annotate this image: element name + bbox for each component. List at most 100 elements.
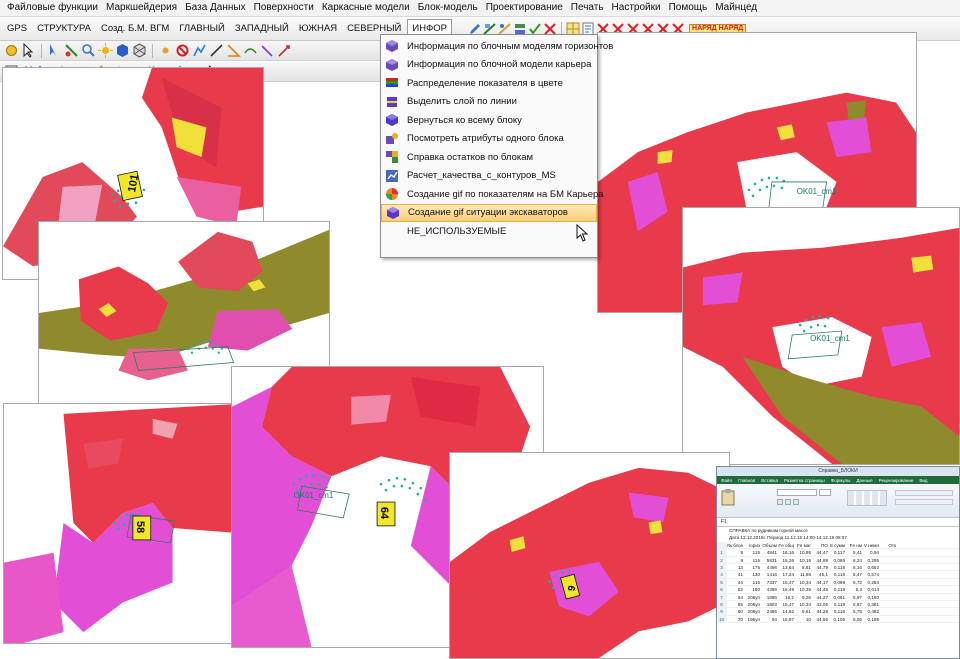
- zoom-icon[interactable]: [81, 43, 96, 58]
- table-row[interactable]: 4 41 130 1416 17,24 11,86 45,1 0,116 5,47 0,574: [717, 571, 959, 579]
- menu-item-quality-calc-contours[interactable]: Расчет_качества_с_контуров_MS: [381, 167, 597, 186]
- formula-bar[interactable]: F1: [717, 518, 959, 527]
- polyline-icon[interactable]: [192, 43, 207, 58]
- table-row[interactable]: 10 70 196уп 94 15,97 10 44,66 0,106 6,05 0,185: [717, 615, 959, 624]
- xl-tab-review[interactable]: Рецензирование: [879, 478, 914, 483]
- block-model-viewport-7[interactable]: 9: [449, 452, 730, 659]
- target-icon[interactable]: [4, 43, 19, 58]
- xl-tab-file[interactable]: Файл: [721, 478, 732, 483]
- hex-blue-icon[interactable]: [115, 43, 130, 58]
- table-row[interactable]: 8 55 208уп 1803 15,47 10,34 43,05 0,119 5,87 0,38…: [717, 600, 959, 609]
- font-selector[interactable]: [777, 489, 817, 496]
- menu-item-gif-indicators[interactable]: Создание gif по показателям на БМ Карьер…: [381, 185, 604, 204]
- underline-button[interactable]: [793, 499, 799, 505]
- menu-item-unused[interactable]: НЕ_ИСПОЛЬЗУЕМЫЕ: [381, 222, 597, 241]
- menu-file-functions[interactable]: Файловые функции: [3, 0, 102, 16]
- menu-surfaces[interactable]: Поверхности: [250, 0, 318, 16]
- menu-item-pit-bm-info[interactable]: Информация по блочной модели карьера: [381, 56, 597, 75]
- menu-item-horizon-bm-info[interactable]: Информация по блочным моделям горизонтов: [381, 37, 613, 56]
- excavator-marker-58: 58: [134, 521, 146, 533]
- pointer-icon[interactable]: [21, 43, 36, 58]
- block-model-viewport-3[interactable]: 58: [3, 403, 237, 644]
- sun-icon[interactable]: [98, 43, 113, 58]
- menu-settings[interactable]: Настройки: [608, 0, 665, 16]
- cube-grid-icon: [386, 40, 398, 53]
- point-icon[interactable]: [158, 43, 173, 58]
- report-period: Дата 13.12.2016г. Период 11.12.15 14:00-…: [729, 535, 847, 541]
- tab-southern[interactable]: ЮЖНАЯ: [295, 20, 341, 38]
- menu-item-label: Справка остатков по блокам: [407, 151, 534, 163]
- menu-item-gif-excavators[interactable]: Создание gif ситуации экскаваторов: [381, 203, 597, 222]
- tab-create-bm-vgm[interactable]: Созд. Б.М. ВГМ: [97, 20, 173, 38]
- clipboard-icon[interactable]: [721, 488, 735, 506]
- menu-item-label: Информация по блочным моделям горизонтов: [407, 40, 614, 52]
- quality-calc-icon: [386, 169, 398, 182]
- align-buttons[interactable]: [847, 490, 887, 506]
- menu-block-model[interactable]: Блок-модель: [414, 0, 482, 16]
- xl-tab-home[interactable]: Главная: [738, 478, 755, 483]
- spreadsheet-window[interactable]: Справка_БЛОКИ Файл Главная Вставка Разме…: [716, 466, 960, 659]
- select-arrow-icon[interactable]: [47, 43, 62, 58]
- toolbar-separator: [41, 43, 42, 58]
- menu-surveying[interactable]: Маркшейдерия: [102, 0, 181, 16]
- cell-reference: F1: [721, 519, 727, 525]
- bend-icon[interactable]: [260, 43, 275, 58]
- font-size-selector[interactable]: [819, 489, 831, 496]
- xl-tab-data[interactable]: Данные: [856, 478, 872, 483]
- tab-gps[interactable]: GPS: [3, 20, 31, 38]
- table-row[interactable]: 6 52 160 4369 15,49 10,35 44,45 0,119 5,3 0,614: [717, 586, 959, 594]
- menu-item-select-layer-by-line[interactable]: Выделить слой по линии: [381, 93, 597, 112]
- xl-tab-formulas[interactable]: Формулы: [831, 478, 851, 483]
- tab-western[interactable]: ЗАПАДНЫЙ: [231, 20, 293, 38]
- arrow-line-icon[interactable]: [277, 43, 292, 58]
- tab-structure[interactable]: СТРУКТУРА: [33, 20, 95, 38]
- table-row[interactable]: 7 54 208уп 1866 16,2 9,26 44,27 0,091 5,97 0,180: [717, 593, 959, 601]
- menu-help[interactable]: Помощь: [665, 0, 712, 16]
- xl-tab-view[interactable]: Вид: [919, 478, 927, 483]
- pick-icon[interactable]: [64, 43, 79, 58]
- menu-print[interactable]: Печать: [567, 0, 608, 16]
- menu-item-label: Расчет_качества_с_контуров_MS: [407, 170, 556, 182]
- line-tool-icon[interactable]: [209, 43, 224, 58]
- table-row[interactable]: 2 9 115 5831 15,26 10,16 44,98 0,086 6,24 0,295: [717, 556, 959, 564]
- menu-item-color-distribution[interactable]: Распределение показателя в цвете: [381, 74, 597, 93]
- menu-wireframe-models[interactable]: Каркасные модели: [318, 0, 414, 16]
- info-dropdown-menu: Информация по блочным моделям горизонтов…: [380, 34, 613, 258]
- gif-indicator-icon: [386, 188, 398, 201]
- block-model-viewport-6[interactable]: OK01_cm1: [682, 207, 960, 465]
- xl-tab-insert[interactable]: Вставка: [761, 478, 778, 483]
- table-row[interactable]: 9 60 208уп 2486 14,62 9,61 44,28 0,116 5,78 0,482: [717, 608, 959, 616]
- contour-icon[interactable]: [243, 43, 258, 58]
- menu-design[interactable]: Проектирование: [482, 0, 567, 16]
- italic-button[interactable]: [785, 499, 791, 505]
- bench-label-ok01: OK01_cm1: [294, 491, 334, 500]
- main-menubar: Файловые функции Маркшейдерия База Данны…: [0, 0, 960, 17]
- angle-icon[interactable]: [226, 43, 241, 58]
- tab-main[interactable]: ГЛАВНЫЙ: [175, 20, 229, 38]
- menu-item-block-attributes[interactable]: Посмотреть атрибуты одного блока: [381, 130, 597, 149]
- table-row[interactable]: 5 44 115 7337 15,47 10,34 44,17 0,069 5,72 0,284: [717, 578, 959, 587]
- cube-grid-icon: [386, 58, 398, 71]
- table-row[interactable]: 1 8 115 4841 16,16 10,95 44,47 0,117 5,41 0,94: [717, 549, 959, 557]
- spreadsheet-ribbon-tabs: Файл Главная Вставка Разметка страницы Ф…: [717, 476, 959, 484]
- table-row[interactable]: 3 13 175 4498 13,64 8,81 44,79 0,118 6,16 0,652: [717, 563, 959, 572]
- menu-item-label: Вернуться ко всему блоку: [407, 114, 522, 126]
- hex-pattern-icon[interactable]: [132, 43, 147, 58]
- menu-item-label: Выделить слой по линии: [407, 96, 517, 108]
- bold-button[interactable]: [777, 499, 783, 505]
- menu-item-blocks-remainder-report[interactable]: Справка остатков по блокам: [381, 148, 597, 167]
- blocks-report-icon: [386, 151, 398, 164]
- spreadsheet-grid[interactable]: СПРАВКА по рудникам горной массе Дата 13…: [717, 527, 959, 624]
- menu-database[interactable]: База Данных: [181, 0, 250, 16]
- table-header-row: № блок гориз Объем Fe общ Fe маг ПО S су…: [717, 541, 959, 550]
- excavator-marker-64: 64: [378, 507, 390, 519]
- menu-item-return-to-full-block[interactable]: Вернуться ко всему блоку: [381, 111, 597, 130]
- xl-tab-page-layout[interactable]: Разметка страницы: [784, 478, 825, 483]
- menu-item-icon-placeholder: [385, 224, 399, 238]
- no-entry-icon[interactable]: [175, 43, 190, 58]
- cube-return-icon: [386, 114, 398, 127]
- menu-mainced[interactable]: Майнцед: [711, 0, 761, 16]
- spreadsheet-ribbon: [717, 484, 959, 518]
- merge-button[interactable]: [895, 499, 953, 505]
- wrap-text-button[interactable]: [895, 490, 953, 496]
